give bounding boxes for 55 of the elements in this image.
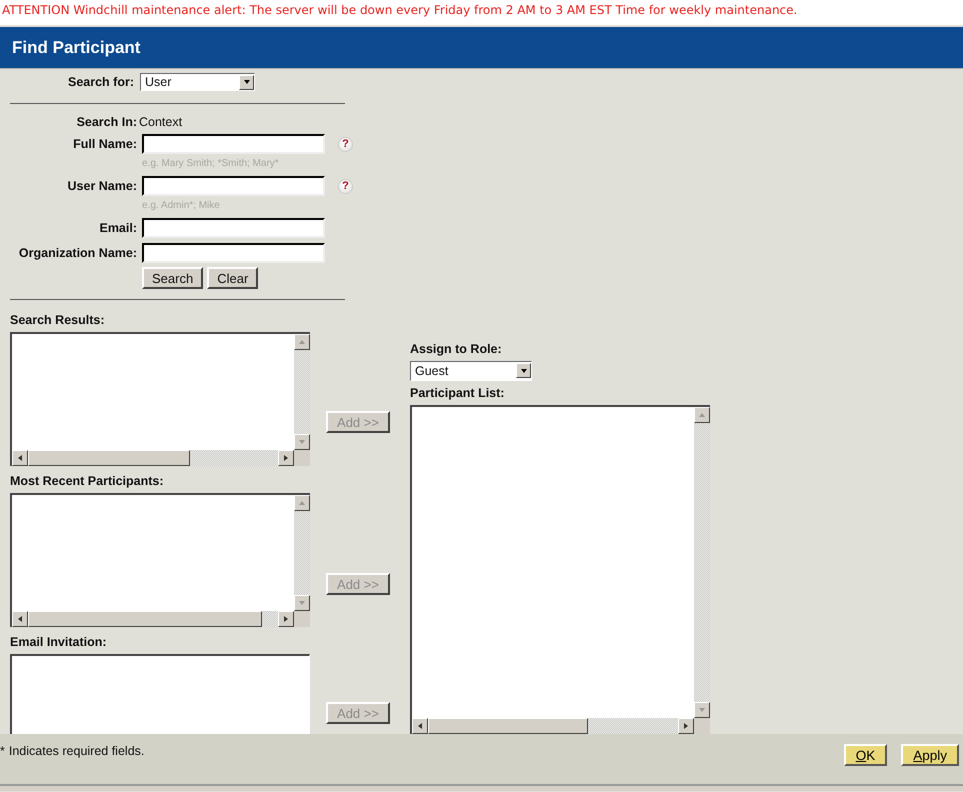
up-arrow-icon [698,410,706,419]
up-arrow-icon [298,338,306,346]
ok-button[interactable]: OK [844,744,888,766]
right-arrow-icon [282,614,290,623]
horizontal-scrollbar[interactable] [12,610,294,627]
scrollbar-corner [294,610,310,627]
field-label: Email: [98,221,137,236]
field-label: Search for: [68,75,134,90]
listbox[interactable] [10,492,310,627]
vertical-scrollbar[interactable] [294,494,310,611]
left-arrow-icon [16,614,24,623]
vertical-scrollbar[interactable] [294,334,310,450]
role-dropdown[interactable]: Guest [410,361,532,381]
required-note: Indicates required fields. [8,744,144,758]
section-label: Participant List: [410,386,506,400]
section-label: Email Invitation: [10,634,108,649]
help-icon[interactable]: ? [338,136,353,152]
search-in-value: Context [139,115,184,130]
maintenance-alert: ATTENTION Windchill maintenance alert: The server will be down every Friday from 2 AM to 3 AM EST Time for weekly maintenance. [0,0,963,25]
text-field[interactable] [142,218,325,238]
horizontal-scrollbar[interactable] [12,450,294,466]
search-for-dropdown[interactable]: User [140,73,255,92]
apply-button[interactable]: Apply [901,744,959,766]
text-field[interactable] [142,243,325,264]
vertical-scrollbar[interactable] [694,406,710,718]
right-arrow-icon [282,454,290,462]
field-label: Search In: [76,115,137,130]
down-arrow-icon [242,78,250,86]
right-arrow-icon [682,722,690,730]
up-arrow-icon [298,498,306,507]
down-arrow-icon [520,366,528,375]
down-arrow-icon [298,598,306,607]
horizontal-scrollbar[interactable] [412,718,694,734]
section-label: Search Results: [10,312,106,327]
listbox[interactable] [10,332,310,466]
section-label: Assign to Role: [410,342,503,356]
scrollbar-corner [294,450,310,466]
field-hint: e.g. Mary Smith; *Smith; Mary* [142,157,280,172]
field-label: Full Name: [72,137,137,152]
field-label: User Name: [66,179,137,194]
page-title: Find Participant [12,38,140,58]
text-field[interactable] [142,134,325,154]
left-arrow-icon [416,722,424,730]
field-hint: e.g. Admin*; Mike [142,199,221,214]
field-label: Organization Name: [18,246,137,260]
clear-button[interactable]: Clear [207,267,258,290]
invitation-field[interactable] [10,654,310,734]
help-icon[interactable]: ? [338,178,353,194]
search-button[interactable]: Search [142,267,204,290]
required-mark: * [0,744,5,758]
section-label: Most Recent Participants: [10,474,165,488]
text-field[interactable] [142,176,325,196]
down-arrow-icon [298,438,306,446]
left-arrow-icon [16,454,24,462]
down-arrow-icon [698,706,706,714]
